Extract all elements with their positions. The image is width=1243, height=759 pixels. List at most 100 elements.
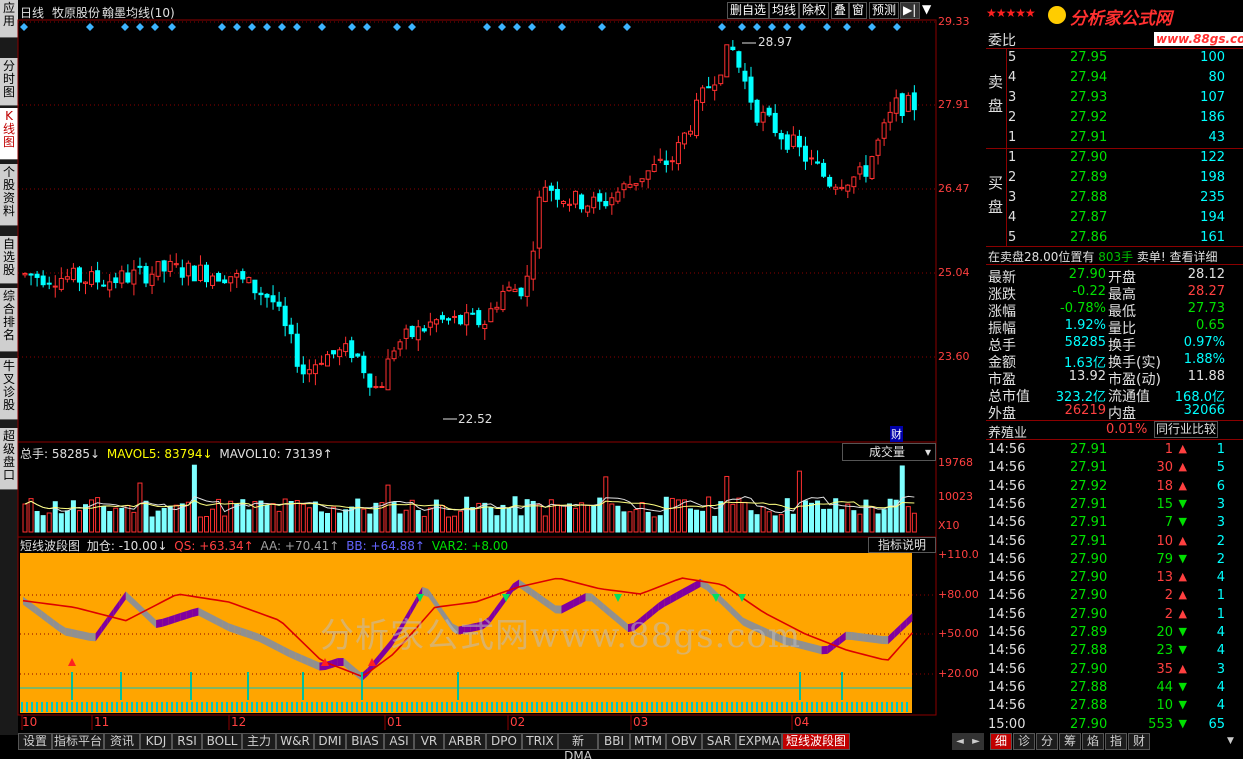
indicator-tab[interactable]: 资讯 bbox=[104, 733, 140, 750]
event-diamond-icon[interactable] bbox=[151, 23, 159, 31]
indicator-tab[interactable]: RSI bbox=[172, 733, 202, 750]
volume-indicator-select[interactable]: 成交量 ▾ bbox=[842, 443, 936, 461]
volume-bar bbox=[736, 497, 742, 533]
event-diamond-icon[interactable] bbox=[318, 23, 326, 31]
indicator-tab[interactable]: MTM bbox=[630, 733, 666, 750]
tick-row[interactable]: 14:56 27.91 7 ▼ 3 bbox=[986, 514, 1243, 532]
event-diamond-icon[interactable] bbox=[598, 23, 606, 31]
event-diamond-icon[interactable] bbox=[868, 23, 876, 31]
event-markers[interactable] bbox=[20, 23, 901, 31]
indicator-tab[interactable]: OBV bbox=[666, 733, 702, 750]
tick-row[interactable]: 14:56 27.92 18 ▲ 6 bbox=[986, 478, 1243, 496]
tick-row[interactable]: 14:56 27.91 15 ▼ 3 bbox=[986, 496, 1243, 514]
event-diamond-icon[interactable] bbox=[558, 23, 566, 31]
tick-time: 15:00 bbox=[988, 716, 1026, 732]
event-diamond-icon[interactable] bbox=[768, 23, 776, 31]
tick-row[interactable]: 14:56 27.90 2 ▲ 1 bbox=[986, 606, 1243, 624]
right-tab[interactable]: 细 bbox=[990, 733, 1012, 750]
tick-row[interactable]: 14:56 27.91 1 ▲ 1 bbox=[986, 441, 1243, 459]
event-diamond-icon[interactable] bbox=[798, 23, 806, 31]
indicator-tab[interactable]: DPO bbox=[486, 733, 522, 750]
event-diamond-icon[interactable] bbox=[86, 23, 94, 31]
right-tab[interactable]: 诊 bbox=[1013, 733, 1035, 750]
indicator-tab[interactable]: W&R bbox=[276, 733, 314, 750]
indicator-tab[interactable]: 设置 bbox=[18, 733, 52, 750]
event-diamond-icon[interactable] bbox=[483, 23, 491, 31]
event-diamond-icon[interactable] bbox=[513, 23, 521, 31]
event-diamond-icon[interactable] bbox=[893, 23, 901, 31]
indicator-tab[interactable]: ASI bbox=[384, 733, 414, 750]
indicator-tab[interactable]: DMI bbox=[314, 733, 346, 750]
indicator-help-button[interactable]: 指标说明 bbox=[868, 537, 936, 553]
indicator-name[interactable]: 短线波段图 bbox=[20, 539, 80, 553]
indicator-tab[interactable]: 主力 bbox=[242, 733, 276, 750]
indicator-tab[interactable]: 短线波段图 bbox=[782, 733, 850, 750]
right-tab[interactable]: 筹 bbox=[1059, 733, 1081, 750]
candle-body bbox=[833, 186, 839, 190]
event-diamond-icon[interactable] bbox=[408, 23, 416, 31]
indicator-tab[interactable]: VR bbox=[414, 733, 444, 750]
volume-bar bbox=[464, 496, 470, 533]
event-diamond-icon[interactable] bbox=[20, 23, 28, 31]
tick-row[interactable]: 15:00 27.90 553 ▼ 65 bbox=[986, 716, 1243, 734]
tick-row[interactable]: 14:56 27.91 10 ▲ 2 bbox=[986, 533, 1243, 551]
price-tick: 26.47 bbox=[938, 182, 970, 195]
indicator-tab[interactable]: BOLL bbox=[202, 733, 242, 750]
finance-marker[interactable]: 财 bbox=[890, 426, 903, 442]
tick-row[interactable]: 14:56 27.90 2 ▲ 1 bbox=[986, 587, 1243, 605]
event-diamond-icon[interactable] bbox=[278, 23, 286, 31]
event-diamond-icon[interactable] bbox=[348, 23, 356, 31]
indicator-tab[interactable]: EXPMA bbox=[736, 733, 782, 750]
indicator-tab[interactable]: ARBR bbox=[444, 733, 486, 750]
event-diamond-icon[interactable] bbox=[233, 23, 241, 31]
tick-row[interactable]: 14:56 27.89 20 ▼ 4 bbox=[986, 624, 1243, 642]
event-diamond-icon[interactable] bbox=[248, 23, 256, 31]
volume-bar bbox=[197, 516, 203, 533]
tick-row[interactable]: 14:56 27.90 13 ▲ 4 bbox=[986, 569, 1243, 587]
event-diamond-icon[interactable] bbox=[393, 23, 401, 31]
event-diamond-icon[interactable] bbox=[363, 23, 371, 31]
volume-bar bbox=[754, 514, 760, 533]
candle-body bbox=[349, 340, 355, 358]
scroll-left-icon[interactable]: ◄ bbox=[952, 733, 968, 750]
event-diamond-icon[interactable] bbox=[783, 23, 791, 31]
tick-row[interactable]: 14:56 27.91 30 ▲ 5 bbox=[986, 459, 1243, 477]
right-tab[interactable]: 分 bbox=[1036, 733, 1058, 750]
event-diamond-icon[interactable] bbox=[718, 23, 726, 31]
indicator-tab[interactable]: TRIX bbox=[522, 733, 558, 750]
indicator-tab[interactable]: KDJ bbox=[140, 733, 172, 750]
right-tab[interactable]: 指 bbox=[1105, 733, 1127, 750]
event-diamond-icon[interactable] bbox=[843, 23, 851, 31]
event-diamond-icon[interactable] bbox=[823, 23, 831, 31]
right-tab[interactable]: 焰 bbox=[1082, 733, 1104, 750]
scroll-down-icon[interactable]: ▼ bbox=[1227, 736, 1237, 748]
event-diamond-icon[interactable] bbox=[293, 23, 301, 31]
candlesticks[interactable] bbox=[22, 40, 917, 396]
indicator-tab[interactable]: 指标平台 bbox=[52, 733, 104, 750]
notice-detail-link[interactable]: 卖单! 查看详细 bbox=[1137, 250, 1218, 264]
volume-bars[interactable] bbox=[22, 464, 917, 533]
event-diamond-icon[interactable] bbox=[121, 23, 129, 31]
event-diamond-icon[interactable] bbox=[136, 23, 144, 31]
event-diamond-icon[interactable] bbox=[218, 23, 226, 31]
tick-row[interactable]: 14:56 27.88 23 ▼ 4 bbox=[986, 642, 1243, 660]
tick-row[interactable]: 14:56 27.88 10 ▼ 4 bbox=[986, 697, 1243, 715]
event-diamond-icon[interactable] bbox=[738, 23, 746, 31]
event-diamond-icon[interactable] bbox=[263, 23, 271, 31]
right-tab[interactable]: 财 bbox=[1128, 733, 1150, 750]
tick-row[interactable]: 14:56 27.90 79 ▼ 2 bbox=[986, 551, 1243, 569]
tick-row[interactable]: 14:56 27.88 44 ▼ 4 bbox=[986, 679, 1243, 697]
event-diamond-icon[interactable] bbox=[528, 23, 536, 31]
scroll-right-icon[interactable]: ► bbox=[968, 733, 984, 750]
indicator-tab[interactable]: BIAS bbox=[346, 733, 384, 750]
event-diamond-icon[interactable] bbox=[498, 23, 506, 31]
event-diamond-icon[interactable] bbox=[168, 23, 176, 31]
indicator-tab[interactable]: 新DMA bbox=[558, 733, 598, 759]
tick-row[interactable]: 14:56 27.90 35 ▲ 3 bbox=[986, 661, 1243, 679]
industry-compare-button[interactable]: 同行业比较 bbox=[1154, 421, 1218, 438]
indicator-tab[interactable]: SAR bbox=[702, 733, 736, 750]
event-diamond-icon[interactable] bbox=[623, 23, 631, 31]
big-order-notice[interactable]: 在卖盘28.00位置有 803手 卖单! 查看详细 bbox=[988, 248, 1218, 265]
indicator-tab[interactable]: BBI bbox=[598, 733, 630, 750]
event-diamond-icon[interactable] bbox=[753, 23, 761, 31]
